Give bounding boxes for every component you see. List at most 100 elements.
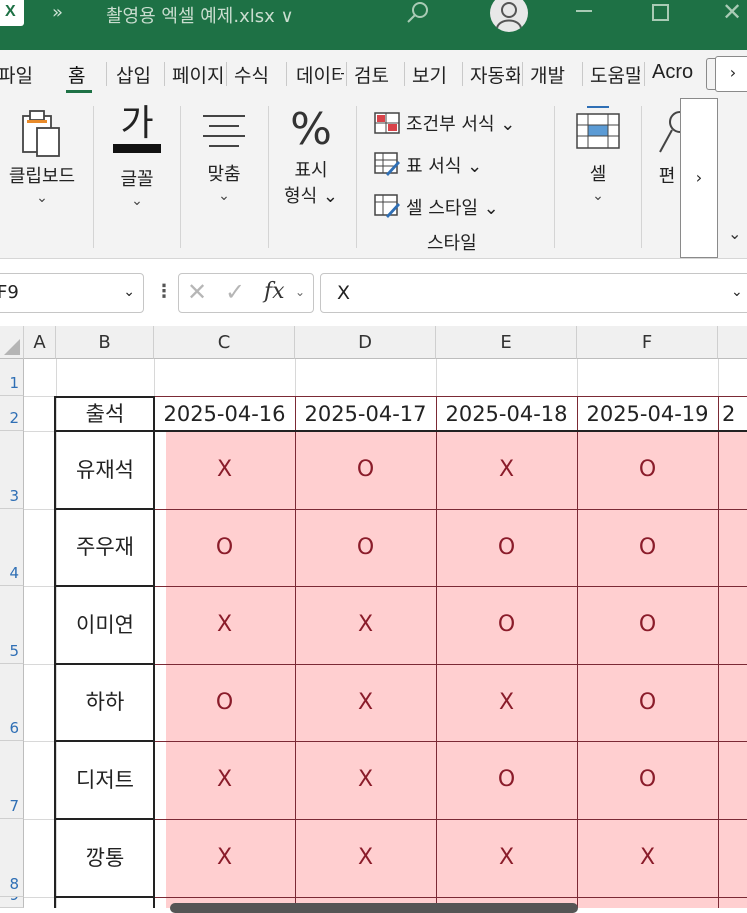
attendance-mark[interactable]: X [154,819,295,897]
insert-function-icon[interactable]: fx [264,279,285,304]
user-avatar-icon[interactable] [490,0,528,32]
tab-separator [226,62,227,86]
row-header[interactable]: 6 [0,664,24,741]
clipboard-button[interactable]: 클립보드 ⌄ [0,108,84,206]
attendance-mark[interactable]: X [154,741,295,819]
student-name[interactable]: 주우재 [56,509,154,586]
column-header-f[interactable]: F [577,326,718,359]
gridline [24,741,56,742]
attendance-mark[interactable]: O [577,741,718,819]
more-options-icon[interactable]: ⋮ [155,281,173,302]
row-header[interactable]: 2 [0,396,24,431]
row-number: 4 [9,564,19,582]
minimize-icon[interactable] [576,10,592,12]
attendance-mark[interactable]: X [295,741,436,819]
tab-help[interactable]: 도움말 [590,61,640,88]
cell-styles-button[interactable]: 셀 스타일 ⌄ [374,194,499,220]
attendance-mark[interactable]: O [577,586,718,664]
attendance-mark[interactable]: O [436,509,577,586]
column-header-d[interactable]: D [295,326,436,359]
chevron-down-icon[interactable]: ⌄ [295,285,305,299]
attendance-mark[interactable]: O [577,664,718,741]
chevron-down-icon: ⌄ [218,188,230,204]
attendance-mark[interactable]: O [577,431,718,509]
maximize-icon[interactable] [652,4,669,21]
quick-access-more-button[interactable]: » [52,2,63,23]
attendance-mark[interactable]: O [436,741,577,819]
student-name[interactable]: 하하 [56,664,154,741]
attendance-mark[interactable]: O [154,664,295,741]
date-header[interactable]: 2025-04-18 [436,398,577,430]
date-header[interactable]: 2025-04-17 [295,398,436,430]
gridline [24,819,56,820]
row-header[interactable]: 8 [0,819,24,897]
cancel-icon[interactable]: ✕ [187,278,207,306]
document-title[interactable]: 촬영용 엑셀 예제.xlsx ∨ [106,2,294,28]
cells-button[interactable]: 셀 ⌄ [562,104,634,204]
tab-home[interactable]: 홈 [68,61,85,88]
collapse-ribbon-icon[interactable]: ⌄ [728,224,741,243]
attendance-mark[interactable]: X [577,819,718,897]
tab-review[interactable]: 검토 [354,61,389,88]
tab-insert[interactable]: 삽입 [116,61,151,88]
worksheet-grid[interactable]: A B C D E F 123456789출석2025-04-162025-04… [0,326,747,913]
horizontal-scrollbar[interactable] [170,903,578,913]
more-tabs-button[interactable]: › [715,56,747,92]
attendance-mark[interactable]: O [295,431,436,509]
column-header-g[interactable] [718,326,747,359]
student-name[interactable]: 유재석 [56,431,154,509]
date-header[interactable]: 2025-04-19 [577,398,718,430]
row-header[interactable]: 1 [0,359,24,396]
attendance-mark[interactable]: X [295,664,436,741]
select-all-button[interactable] [0,326,24,359]
column-header-c[interactable]: C [154,326,295,359]
student-name[interactable]: 이미연 [56,586,154,664]
column-header-b[interactable]: B [56,326,154,359]
ribbon-more-button[interactable]: › [680,98,718,258]
tab-developer[interactable]: 개발 [530,61,565,88]
alignment-button[interactable]: 맞춤 ⌄ [186,110,262,204]
tab-acrobat[interactable]: Acro [652,61,693,84]
attendance-mark[interactable]: X [295,586,436,664]
row-header[interactable]: 3 [0,431,24,509]
student-name[interactable]: 깡통 [56,819,154,897]
close-window-icon[interactable]: ✕ [722,0,742,26]
date-header[interactable]: 2025-04-16 [154,398,295,430]
attendance-mark[interactable]: O [436,586,577,664]
gridline [24,586,56,587]
number-format-button[interactable]: % 표시 형식 ⌄ [272,104,350,208]
formula-input[interactable]: X ⌄ [320,273,747,313]
chevron-down-icon[interactable]: ⌄ [123,284,135,300]
tab-data[interactable]: 데이터 [296,61,344,88]
attendance-mark[interactable]: X [295,819,436,897]
tab-page-layout[interactable]: 페이지 [172,61,222,88]
tab-file[interactable]: 파일 [0,61,44,88]
attendance-mark[interactable]: X [436,664,577,741]
student-name[interactable]: 디저트 [56,741,154,819]
format-as-table-button[interactable]: 표 서식 ⌄ [374,152,482,178]
font-button[interactable]: 가 글꼴 ⌄ [100,104,174,209]
tab-view[interactable]: 보기 [412,61,447,88]
row-header[interactable]: 4 [0,509,24,586]
search-icon[interactable] [402,0,432,30]
column-header-a[interactable]: A [24,326,56,359]
attendance-mark[interactable]: X [154,586,295,664]
name-box[interactable]: F9 ⌄ [0,273,144,313]
date-header[interactable]: 2 [718,398,747,430]
attendance-mark[interactable]: O [154,509,295,586]
conditional-format-button[interactable]: 조건부 서식 ⌄ [374,110,515,136]
column-header-e[interactable]: E [436,326,577,359]
attendance-mark[interactable]: X [436,431,577,509]
attendance-mark[interactable]: O [295,509,436,586]
chevron-down-icon[interactable]: ⌄ [731,284,743,300]
tab-formulas[interactable]: 수식 [234,61,269,88]
row-header[interactable]: 5 [0,586,24,664]
row-header[interactable]: 9 [0,897,24,908]
enter-icon[interactable]: ✓ [225,278,245,306]
attendance-mark[interactable]: O [577,509,718,586]
attendance-mark[interactable]: X [436,819,577,897]
editing-button[interactable]: 편 [652,108,682,188]
row-header[interactable]: 7 [0,741,24,819]
tab-automate[interactable]: 자동화 [470,61,520,88]
attendance-mark[interactable]: X [154,431,295,509]
